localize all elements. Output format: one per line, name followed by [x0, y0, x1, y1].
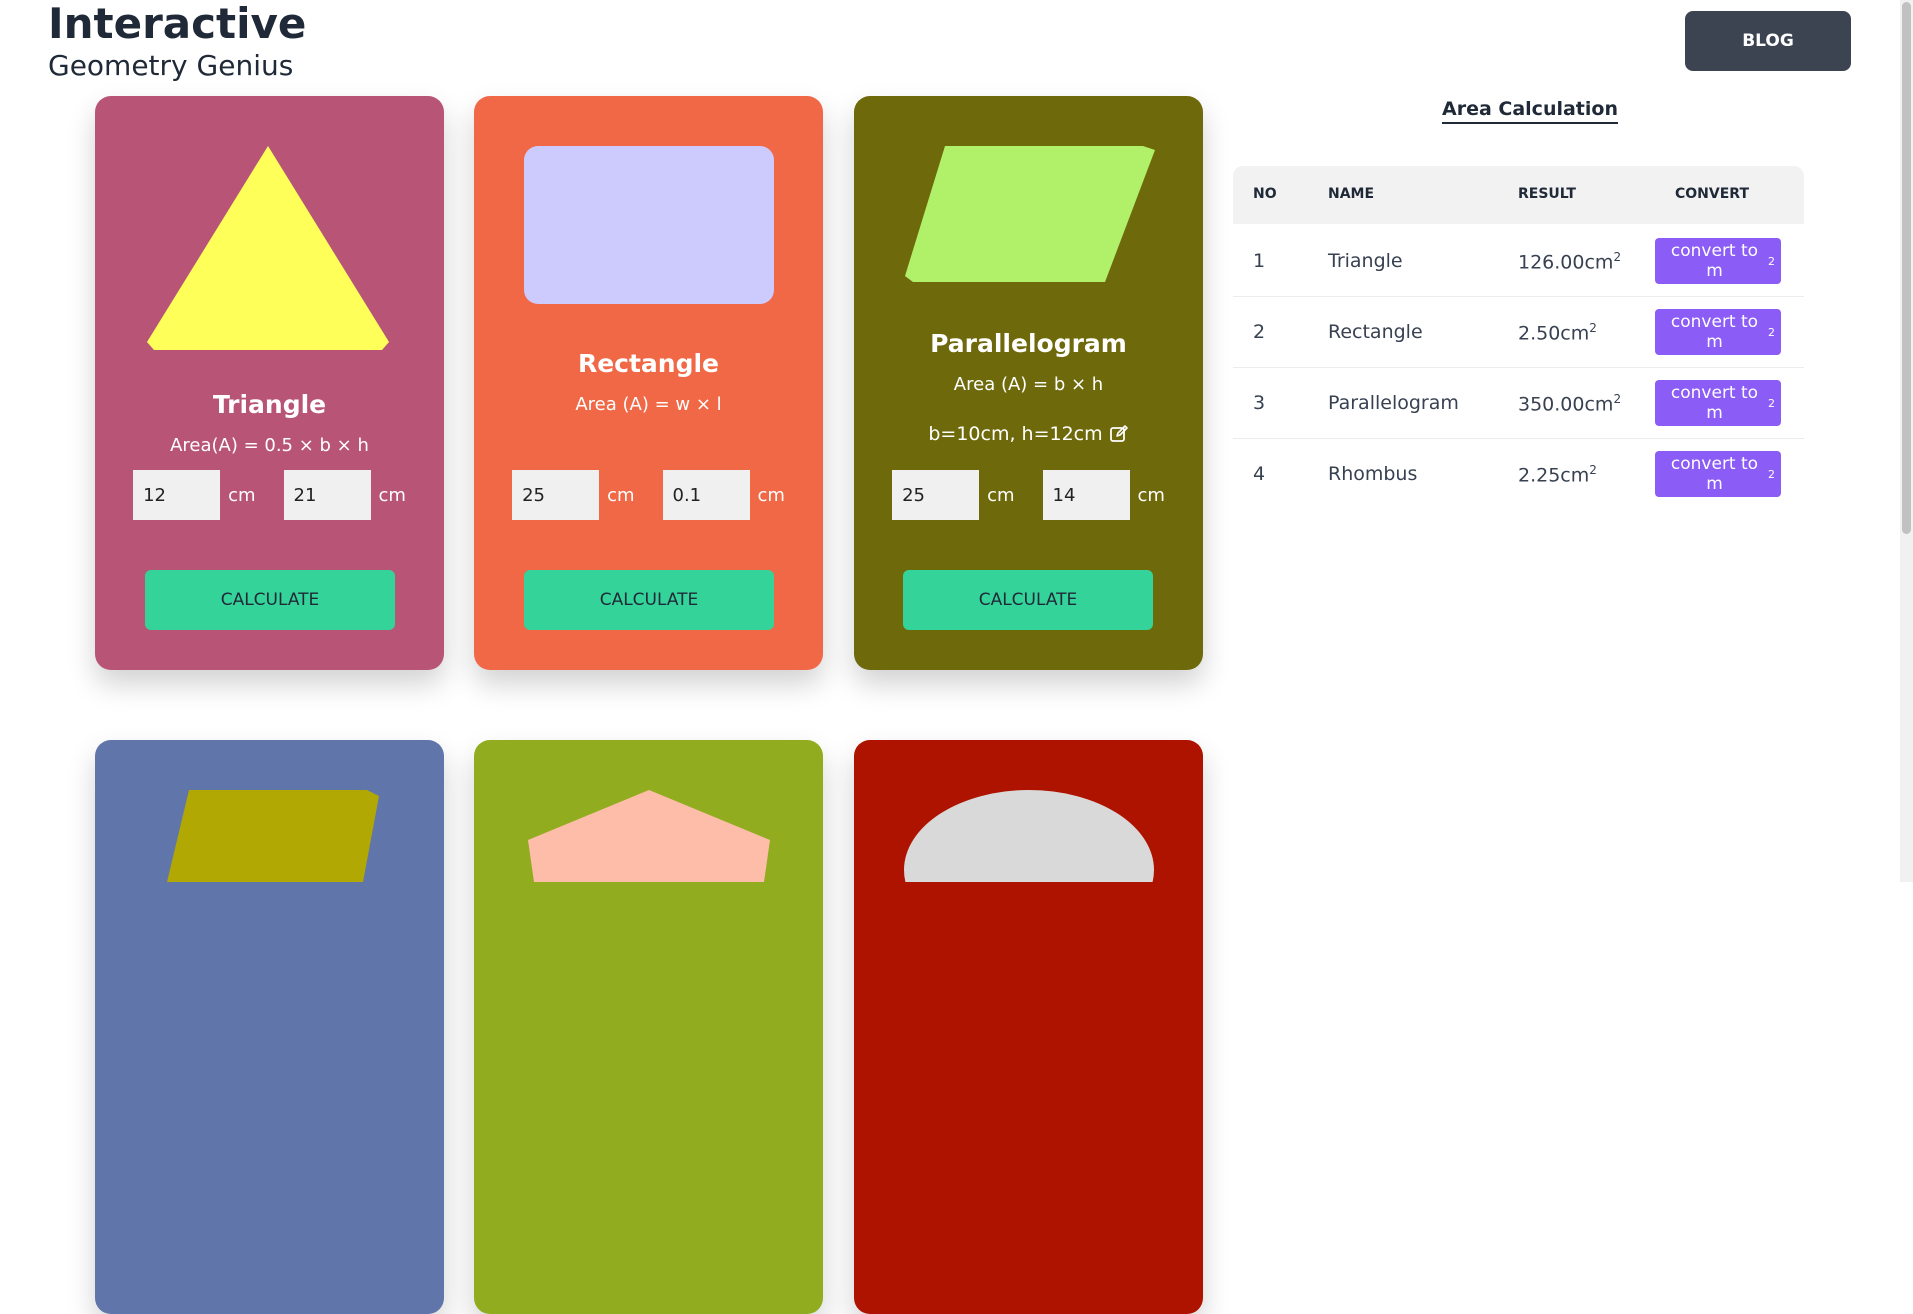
- unit-label: cm: [1137, 484, 1165, 506]
- parallelogram-shape: [905, 146, 1155, 282]
- convert-button[interactable]: convert to m2: [1655, 309, 1781, 355]
- ellipse-card: [854, 740, 1203, 1314]
- header-no: NO: [1253, 186, 1277, 202]
- card-title: Triangle: [212, 390, 327, 419]
- unit-label: cm: [607, 484, 635, 506]
- table-header: NO NAME RESULT CONVERT: [1233, 166, 1804, 224]
- unit-label: cm: [378, 484, 406, 506]
- rhombus-card: [95, 740, 444, 1314]
- dimensions-value: b=10cm, h=12cm: [928, 423, 1103, 445]
- length-input[interactable]: [662, 470, 750, 520]
- header-convert: CONVERT: [1675, 186, 1749, 202]
- pentagon-shape: [528, 790, 770, 882]
- row-no: 2: [1253, 321, 1266, 343]
- row-name: Triangle: [1328, 250, 1403, 272]
- table-row: 4 Rhombus 2.25cm2 convert to m2: [1233, 439, 1804, 509]
- table-title: Area Calculation: [1442, 98, 1618, 124]
- card-formula: Area (A) = w × l: [575, 394, 722, 415]
- rectangle-card: Rectangle Area (A) = w × l cm cm CALCULA…: [474, 96, 823, 670]
- row-result: 2.25cm2: [1518, 463, 1597, 487]
- page-scrollbar[interactable]: [1900, 0, 1913, 882]
- convert-button[interactable]: convert to m2: [1655, 380, 1781, 426]
- width-input[interactable]: [512, 470, 600, 520]
- row-no: 4: [1253, 463, 1266, 485]
- table-row: 2 Rectangle 2.50cm2 convert to m2: [1233, 297, 1804, 368]
- card-title: Parallelogram: [930, 329, 1127, 358]
- dimensions-text: b=10cm, h=12cm: [854, 423, 1203, 445]
- base-input[interactable]: [133, 470, 221, 520]
- triangle-shape: [147, 146, 389, 350]
- height-input[interactable]: [1042, 470, 1130, 520]
- unit-label: cm: [757, 484, 785, 506]
- ellipse-shape: [904, 790, 1154, 882]
- card-formula: Area(A) = 0.5 × b × h: [170, 435, 369, 456]
- row-no: 1: [1253, 250, 1266, 272]
- header-name: NAME: [1328, 186, 1375, 202]
- row-name: Rectangle: [1328, 321, 1423, 343]
- scrollbar-thumb[interactable]: [1902, 2, 1911, 534]
- calculate-button[interactable]: CALCULATE: [145, 570, 395, 630]
- header-result: RESULT: [1518, 186, 1576, 202]
- height-input[interactable]: [283, 470, 371, 520]
- brand: Interactive Geometry Genius: [48, 0, 306, 82]
- brand-subtitle: Geometry Genius: [48, 49, 294, 82]
- edit-icon[interactable]: [1109, 424, 1129, 444]
- convert-button[interactable]: convert to m2: [1655, 238, 1781, 284]
- table-row: 3 Parallelogram 350.00cm2 convert to m2: [1233, 368, 1804, 439]
- blog-button[interactable]: BLOG: [1685, 11, 1851, 71]
- convert-button[interactable]: convert to m2: [1655, 451, 1781, 497]
- row-result: 126.00cm2: [1518, 250, 1622, 274]
- row-result: 2.50cm2: [1518, 321, 1597, 345]
- card-formula: Area (A) = b × h: [953, 374, 1104, 395]
- rectangle-shape: [524, 146, 774, 304]
- row-name: Parallelogram: [1328, 392, 1459, 414]
- rhombus-shape: [167, 790, 379, 882]
- triangle-card: Triangle Area(A) = 0.5 × b × h cm cm CAL…: [95, 96, 444, 670]
- brand-title: Interactive: [48, 0, 307, 48]
- calculate-button[interactable]: CALCULATE: [524, 570, 774, 630]
- parallelogram-card: Parallelogram Area (A) = b × h b=10cm, h…: [854, 96, 1203, 670]
- row-name: Rhombus: [1328, 463, 1418, 485]
- base-input[interactable]: [892, 470, 980, 520]
- calculate-button[interactable]: CALCULATE: [903, 570, 1153, 630]
- table-row: 1 Triangle 126.00cm2 convert to m2: [1233, 226, 1804, 297]
- row-no: 3: [1253, 392, 1266, 414]
- card-title: Rectangle: [577, 349, 720, 378]
- pentagon-card: [474, 740, 823, 1314]
- row-result: 350.00cm2: [1518, 392, 1622, 416]
- unit-label: cm: [987, 484, 1015, 506]
- unit-label: cm: [228, 484, 256, 506]
